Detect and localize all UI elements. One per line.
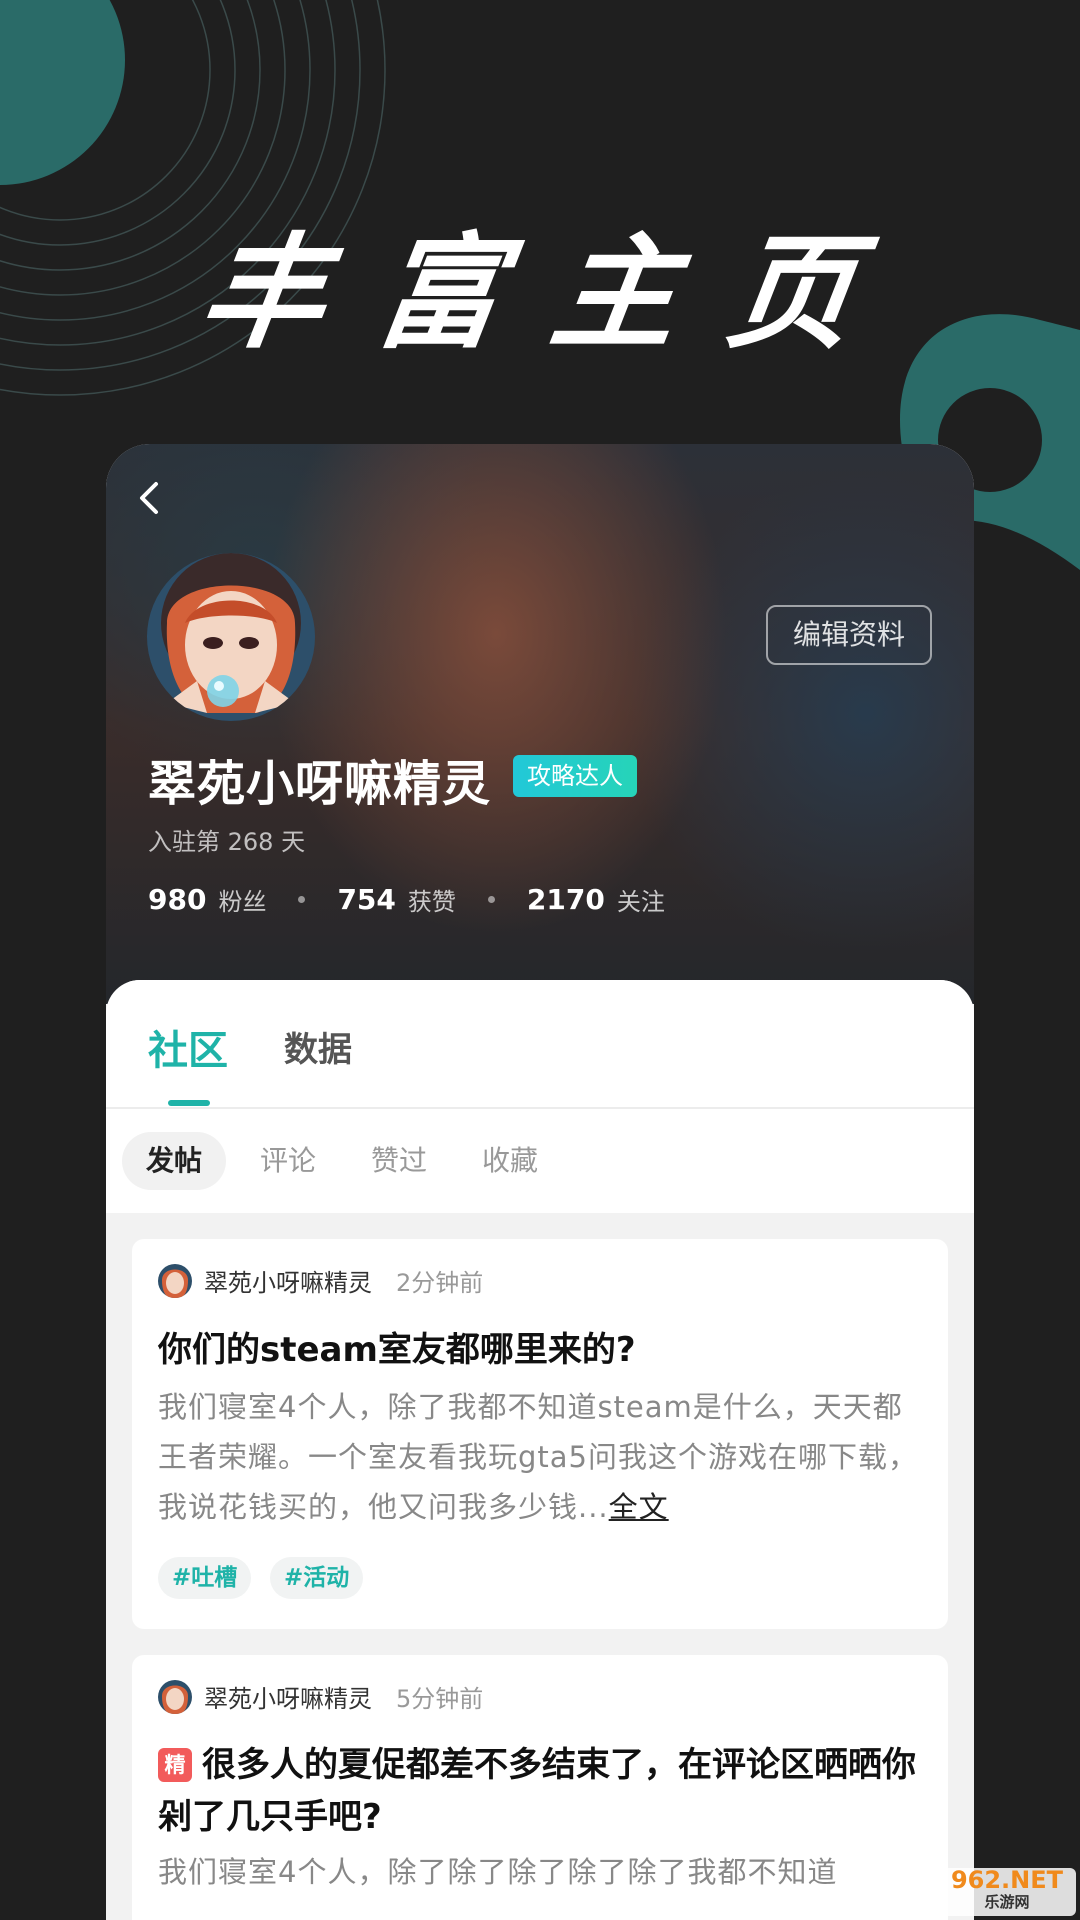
- separator-dot: [487, 896, 495, 903]
- post-title-text: 很多人的夏促都差不多结束了，在评论区晒晒你剁了几只手吧?: [158, 1745, 916, 1837]
- post-title[interactable]: 精很多人的夏促都差不多结束了，在评论区晒晒你剁了几只手吧?: [158, 1739, 928, 1843]
- username: 翠苑小呀嘛精灵: [148, 756, 492, 812]
- edit-profile-button[interactable]: 编辑资料: [766, 605, 932, 665]
- tag-list: #吐槽 #活动: [158, 1557, 558, 1599]
- join-days: 入驻第 268 天: [148, 828, 306, 856]
- post-card[interactable]: 翠苑小呀嘛精灵 2分钟前 你们的steam室友都哪里来的? 我们寝室4个人，除了…: [132, 1239, 948, 1629]
- post-body-text: 我们寝室4个人，除了我都不知道steam是什么，天天都王者荣耀。一个室友看我玩g…: [158, 1390, 919, 1524]
- separator-dot: [298, 896, 306, 903]
- subtab-liked[interactable]: 赞过: [371, 1132, 427, 1190]
- hero-title: 丰富主页: [191, 222, 916, 366]
- featured-badge: 精: [158, 1748, 192, 1782]
- site-watermark: 962.NET 乐游网: [938, 1868, 1076, 1916]
- post-header: 翠苑小呀嘛精灵 5分钟前: [158, 1679, 483, 1714]
- author-name[interactable]: 翠苑小呀嘛精灵: [204, 1679, 372, 1714]
- read-more-link[interactable]: 全文: [609, 1490, 669, 1524]
- topic-tag[interactable]: #活动: [270, 1557, 364, 1599]
- status-badge: 攻略达人: [513, 755, 637, 797]
- author-name[interactable]: 翠苑小呀嘛精灵: [204, 1263, 372, 1298]
- likes-count: 754: [337, 883, 396, 916]
- chevron-left-icon[interactable]: [126, 474, 174, 522]
- following-count[interactable]: 2170: [527, 883, 605, 916]
- main-tabs: 社区 数据: [106, 980, 974, 1109]
- tab-community[interactable]: 社区: [148, 1018, 228, 1076]
- author-avatar[interactable]: [158, 1679, 192, 1714]
- subtab-posts[interactable]: 发帖: [122, 1132, 227, 1190]
- post-card[interactable]: 翠苑小呀嘛精灵 5分钟前 精很多人的夏促都差不多结束了，在评论区晒晒你剁了几只手…: [132, 1655, 948, 1920]
- active-tab-indicator: [168, 1100, 210, 1106]
- author-avatar[interactable]: [158, 1263, 192, 1298]
- followers-count[interactable]: 980: [148, 883, 206, 916]
- likes-label: 获赞: [407, 888, 456, 916]
- subtab-comments[interactable]: 评论: [260, 1132, 316, 1190]
- following-label[interactable]: 关注: [617, 882, 665, 917]
- watermark-sub: 乐游网: [984, 1893, 1030, 1911]
- watermark-main: 962.NET: [950, 1866, 1064, 1894]
- followers-label[interactable]: 粉丝: [218, 882, 266, 917]
- post-time: 5分钟前: [396, 1685, 484, 1713]
- sub-tabs: 发帖 评论 赞过 收藏: [106, 1109, 974, 1213]
- tab-data[interactable]: 数据: [284, 1022, 352, 1071]
- subtab-favorites[interactable]: 收藏: [482, 1132, 538, 1190]
- profile-stats: 980 粉丝 754 获赞 2170 关注: [148, 882, 665, 917]
- post-header: 翠苑小呀嘛精灵 2分钟前: [158, 1263, 483, 1298]
- phone-screen: 编辑资料 翠苑小呀嘛精灵 攻略达人 入驻第 268 天 980 粉丝 754 获…: [106, 444, 974, 1920]
- post-title[interactable]: 你们的steam室友都哪里来的?: [158, 1324, 928, 1376]
- post-body: 我们寝室4个人，除了我都不知道steam是什么，天天都王者荣耀。一个室友看我玩g…: [158, 1382, 928, 1532]
- post-body: 我们寝室4个人，除了除了除了除了除了我都不知道: [158, 1855, 838, 1889]
- avatar[interactable]: [147, 553, 315, 721]
- topic-tag[interactable]: #吐槽: [158, 1557, 252, 1599]
- profile-header: 编辑资料 翠苑小呀嘛精灵 攻略达人 入驻第 268 天 980 粉丝 754 获…: [106, 444, 974, 1004]
- content-panel: 社区 数据 发帖 评论 赞过 收藏 翠苑小呀嘛精灵 2分钟前 你们的steam室…: [106, 980, 974, 1920]
- post-time: 2分钟前: [396, 1269, 484, 1297]
